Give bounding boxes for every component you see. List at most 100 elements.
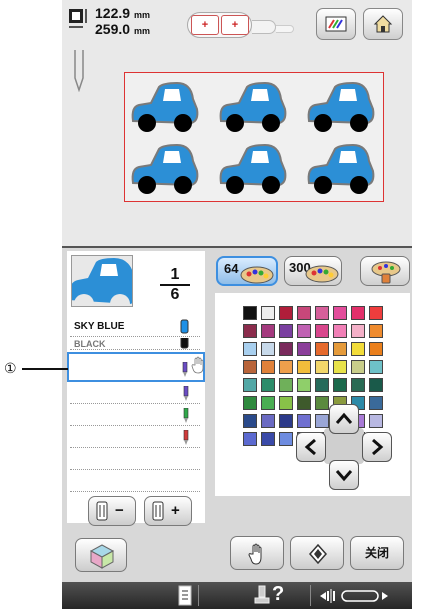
color-swatch[interactable] [279, 378, 293, 392]
thread-row-sky-blue[interactable]: SKY BLUE [70, 316, 200, 337]
color-swatch[interactable] [261, 324, 275, 338]
color-swatch[interactable] [261, 396, 275, 410]
color-swatch[interactable] [297, 378, 311, 392]
manual-select-button[interactable] [230, 536, 284, 570]
thread-row-empty[interactable] [70, 428, 200, 448]
color-swatch[interactable] [369, 324, 383, 338]
color-swatch[interactable] [279, 396, 293, 410]
color-swatch[interactable] [243, 432, 257, 446]
needle-icon [74, 50, 84, 92]
color-swatch[interactable] [369, 360, 383, 374]
color-swatch-grid [243, 306, 383, 446]
size-icon [69, 9, 87, 28]
chevron-right-icon [372, 438, 384, 456]
hand-icon [248, 543, 262, 565]
frame-small-button[interactable]: + [191, 15, 219, 35]
color-swatch[interactable] [351, 306, 365, 320]
color-swatch[interactable] [261, 414, 275, 428]
color-swatch[interactable] [297, 306, 311, 320]
color-swatch[interactable] [315, 378, 329, 392]
scroll-down-button[interactable] [329, 460, 359, 490]
color-swatch[interactable] [261, 378, 275, 392]
color-swatch[interactable] [333, 378, 347, 392]
color-swatch[interactable] [243, 378, 257, 392]
color-swatch[interactable] [261, 342, 275, 356]
reset-color-button[interactable] [290, 536, 344, 570]
color-swatch[interactable] [315, 324, 329, 338]
color-swatch[interactable] [243, 306, 257, 320]
color-swatch[interactable] [297, 342, 311, 356]
color-swatch[interactable] [333, 324, 347, 338]
color-swatch[interactable] [279, 306, 293, 320]
tab-custom-palette[interactable] [360, 256, 410, 286]
color-swatch[interactable] [315, 414, 329, 428]
presser-foot-icon [254, 585, 270, 604]
color-swatch[interactable] [315, 396, 329, 410]
color-swatch[interactable] [351, 324, 365, 338]
frame-selector[interactable]: + + [187, 12, 252, 38]
home-button[interactable] [363, 8, 403, 40]
color-swatch[interactable] [243, 342, 257, 356]
help-icon[interactable]: ? [272, 583, 284, 606]
toolbar-divider [198, 585, 199, 606]
color-swatch[interactable] [369, 378, 383, 392]
color-swatch[interactable] [243, 396, 257, 410]
color-swatch[interactable] [297, 324, 311, 338]
home-icon [373, 15, 393, 33]
color-swatch[interactable] [279, 360, 293, 374]
color-swatch[interactable] [351, 378, 365, 392]
frame-move-icon[interactable] [318, 588, 408, 604]
color-swatch[interactable] [261, 360, 275, 374]
thread-palette-button[interactable] [316, 8, 356, 40]
spool-add-button[interactable]: + [144, 496, 192, 526]
color-swatch[interactable] [369, 306, 383, 320]
color-swatch[interactable] [261, 306, 275, 320]
selected-thread-row[interactable] [67, 352, 205, 382]
color-swatch[interactable] [369, 342, 383, 356]
thread-row-black[interactable]: BLACK [70, 338, 200, 350]
color-swatch[interactable] [297, 360, 311, 374]
color-shuffle-button[interactable] [75, 538, 127, 572]
toolbar-divider [310, 585, 311, 606]
color-swatch[interactable] [261, 432, 275, 446]
close-button[interactable]: 关闭 [350, 536, 404, 570]
color-swatch[interactable] [279, 414, 293, 428]
color-swatch[interactable] [351, 342, 365, 356]
thread-name: SKY BLUE [74, 321, 125, 332]
color-swatch[interactable] [279, 342, 293, 356]
scroll-up-button[interactable] [329, 404, 359, 434]
car-design-4 [131, 143, 199, 194]
color-palette-icon [240, 266, 274, 284]
color-swatch[interactable] [243, 360, 257, 374]
scroll-left-button[interactable] [296, 432, 326, 462]
color-swatch[interactable] [243, 414, 257, 428]
color-swatch[interactable] [369, 414, 383, 428]
color-swatch[interactable] [333, 342, 347, 356]
scroll-right-button[interactable] [362, 432, 392, 462]
color-swatch[interactable] [297, 396, 311, 410]
color-swatch[interactable] [315, 306, 329, 320]
spool-remove-button[interactable]: − [88, 496, 136, 526]
frame-large-button[interactable]: + [221, 15, 249, 35]
color-swatch[interactable] [333, 360, 347, 374]
color-swatch[interactable] [333, 306, 347, 320]
width-value: 259.0 [95, 21, 131, 37]
thread-row-empty[interactable] [70, 384, 200, 404]
thread-row-empty[interactable] [70, 472, 200, 492]
thread-spool-icon [182, 362, 188, 377]
tab-palette-64[interactable]: 64 [216, 256, 278, 286]
color-swatch[interactable] [351, 360, 365, 374]
color-swatch[interactable] [369, 396, 383, 410]
color-swatch[interactable] [315, 360, 329, 374]
color-swatch[interactable] [243, 324, 257, 338]
tab-palette-300[interactable]: 300 [284, 256, 342, 286]
color-swatch[interactable] [297, 414, 311, 428]
color-swatch[interactable] [279, 324, 293, 338]
color-swatch[interactable] [315, 342, 329, 356]
thread-row-empty[interactable] [70, 406, 200, 426]
color-swatch[interactable] [279, 432, 293, 446]
thread-row-empty[interactable] [70, 450, 200, 470]
custom-palette-icon [371, 261, 401, 284]
checklist-icon[interactable] [178, 585, 192, 606]
car-design-3 [307, 81, 375, 132]
